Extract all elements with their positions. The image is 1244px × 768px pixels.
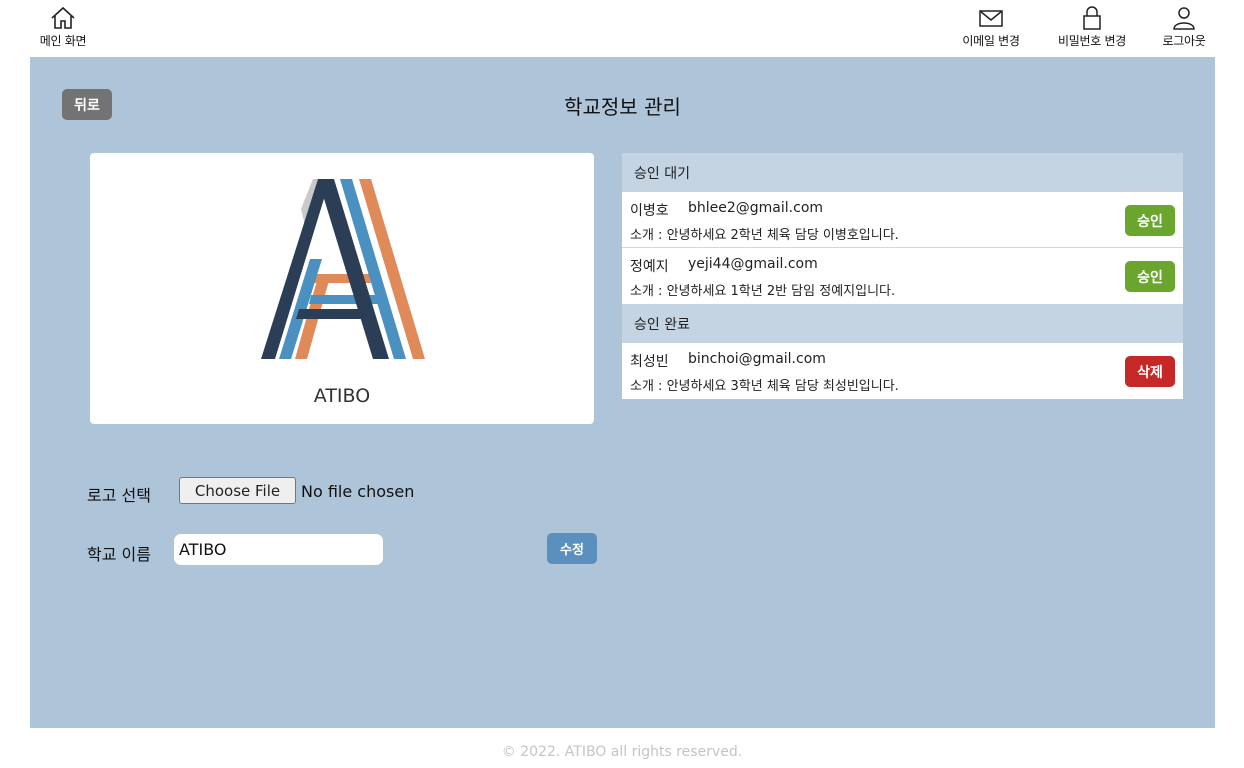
member-email: binchoi@gmail.com [688,351,826,367]
requester-name: 정예지 [630,259,669,275]
approve-button[interactable]: 승인 [1125,205,1175,236]
member-intro: 소개 : 안녕하세요 3학년 체육 담당 최성빈입니다. [630,379,899,394]
edit-button[interactable]: 수정 [547,533,597,564]
nav-email-label: 이메일 변경 [962,34,1020,48]
requester-intro: 소개 : 안녕하세요 2학년 체육 담당 이병호입니다. [630,228,899,243]
home-icon [51,6,75,29]
nav-home[interactable]: 메인 화면 [36,6,90,49]
pending-section-header: 승인 대기 [622,153,1183,192]
nav-password-label: 비밀번호 변경 [1058,34,1126,48]
user-icon [1173,7,1195,30]
school-name-label: 학교 이름 [87,545,151,564]
pending-request-row: 이병호 bhlee2@gmail.com 소개 : 안녕하세요 2학년 체육 담… [622,192,1183,248]
approval-panel: 승인 대기 이병호 bhlee2@gmail.com 소개 : 안녕하세요 2학… [622,153,1183,399]
page-title: 학교정보 관리 [564,95,681,119]
footer-copyright: © 2022. ATIBO all rights reserved. [501,744,743,760]
requester-intro: 소개 : 안녕하세요 1학년 2반 담임 정예지입니다. [630,284,896,299]
lock-icon [1083,6,1101,30]
requester-email: bhlee2@gmail.com [688,200,824,216]
choose-file-button[interactable]: Choose File [179,477,296,504]
requester-email: yeji44@gmail.com [688,256,818,272]
delete-button[interactable]: 삭제 [1125,356,1175,387]
top-nav: 메인 화면 이메일 변경 비밀번호 변경 로그아웃 [0,0,1244,56]
school-logo-image [261,179,425,359]
completed-section-header: 승인 완료 [622,304,1183,343]
file-status-text: No file chosen [301,482,415,501]
approve-button[interactable]: 승인 [1125,261,1175,292]
nav-logout[interactable]: 로그아웃 [1156,6,1212,49]
logo-preview-card: ATIBO [90,153,594,424]
mail-icon [979,10,1003,27]
main-panel: 뒤로 학교정보 관리 ATIBO 승인 대기 이병호 bhlee2@gmail.… [30,57,1215,728]
nav-change-email[interactable]: 이메일 변경 [956,6,1026,49]
pending-request-row: 정예지 yeji44@gmail.com 소개 : 안녕하세요 1학년 2반 담… [622,248,1183,304]
nav-change-password[interactable]: 비밀번호 변경 [1050,6,1134,49]
school-name-input[interactable] [174,534,383,565]
nav-home-label: 메인 화면 [39,34,87,48]
nav-logout-label: 로그아웃 [1162,34,1206,48]
member-name: 최성빈 [630,354,669,370]
requester-name: 이병호 [630,203,669,219]
school-name-display: ATIBO [313,385,371,407]
completed-member-row: 최성빈 binchoi@gmail.com 소개 : 안녕하세요 3학년 체육 … [622,343,1183,399]
logo-select-label: 로고 선택 [87,486,151,505]
